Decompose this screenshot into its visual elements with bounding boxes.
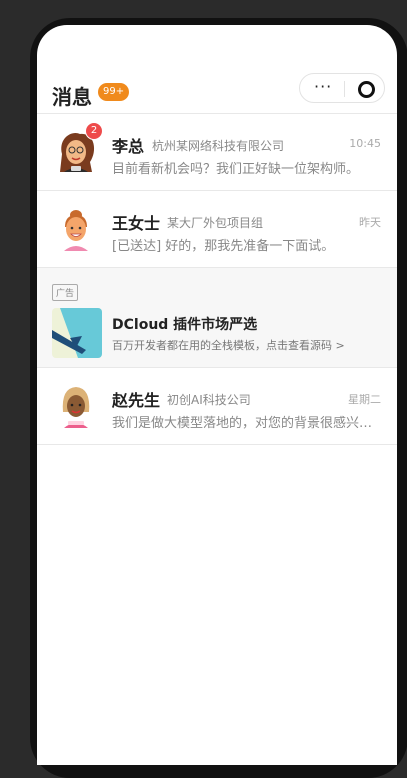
mini-program-capsule: ··· <box>299 73 385 103</box>
contact-name: 王女士 <box>112 214 161 233</box>
ad-thumbnail-icon <box>52 308 102 358</box>
page-title: 消息 <box>52 85 92 109</box>
conversation-item[interactable]: 2 李总 杭州某网络科技有限公司 10:45 目前看新机会吗？我们正好缺一位架构… <box>37 114 397 191</box>
contact-name: 李总 <box>112 137 145 156</box>
more-menu-icon[interactable]: ··· <box>314 77 332 96</box>
message-time: 昨天 <box>359 216 381 229</box>
message-preview: 我们是做大模型落地的，对您的背景很感兴趣... <box>112 416 382 431</box>
conversation-item[interactable]: 王女士 某大厂外包项目组 昨天 [已送达] 好的，那我先准备一下面试。 <box>37 191 397 268</box>
woman-curly-hair-avatar-icon: 2 <box>52 122 103 176</box>
conversation-item[interactable]: 赵先生 初创AI科技公司 星期二 我们是做大模型落地的，对您的背景很感兴趣... <box>37 368 397 445</box>
ad-card[interactable]: 广告 DCloud 插件市场严选 百万开发者都在用的全栈模板，点击查看源码 > <box>37 268 397 368</box>
woman-ponytail-avatar-icon <box>52 205 100 253</box>
message-count-badge: 99+ <box>98 83 130 101</box>
phone-screen: 消息 99+ ··· 2 李总 杭州某网络科技有限公司 10:45 目前看新机会… <box>37 25 397 765</box>
message-preview: [已送达] 好的，那我先准备一下面试。 <box>112 239 335 254</box>
contact-company: 初创AI科技公司 <box>167 393 251 407</box>
capsule-divider <box>344 81 345 97</box>
close-circle-icon[interactable] <box>358 81 375 98</box>
ad-title: DCloud 插件市场严选 <box>112 317 258 333</box>
message-preview: 目前看新机会吗？我们正好缺一位架构师。 <box>112 162 360 177</box>
contact-company: 杭州某网络科技有限公司 <box>152 139 285 153</box>
ad-description[interactable]: 百万开发者都在用的全栈模板，点击查看源码 > <box>112 337 345 353</box>
message-time: 10:45 <box>349 137 381 150</box>
woman-blonde-avatar-icon <box>52 382 100 430</box>
contact-company: 某大厂外包项目组 <box>167 216 264 230</box>
unread-badge: 2 <box>85 122 103 140</box>
contact-name: 赵先生 <box>112 391 161 410</box>
ad-tag: 广告 <box>52 284 79 301</box>
page-header: 消息 99+ ··· <box>37 73 397 113</box>
message-time: 星期二 <box>348 393 381 406</box>
